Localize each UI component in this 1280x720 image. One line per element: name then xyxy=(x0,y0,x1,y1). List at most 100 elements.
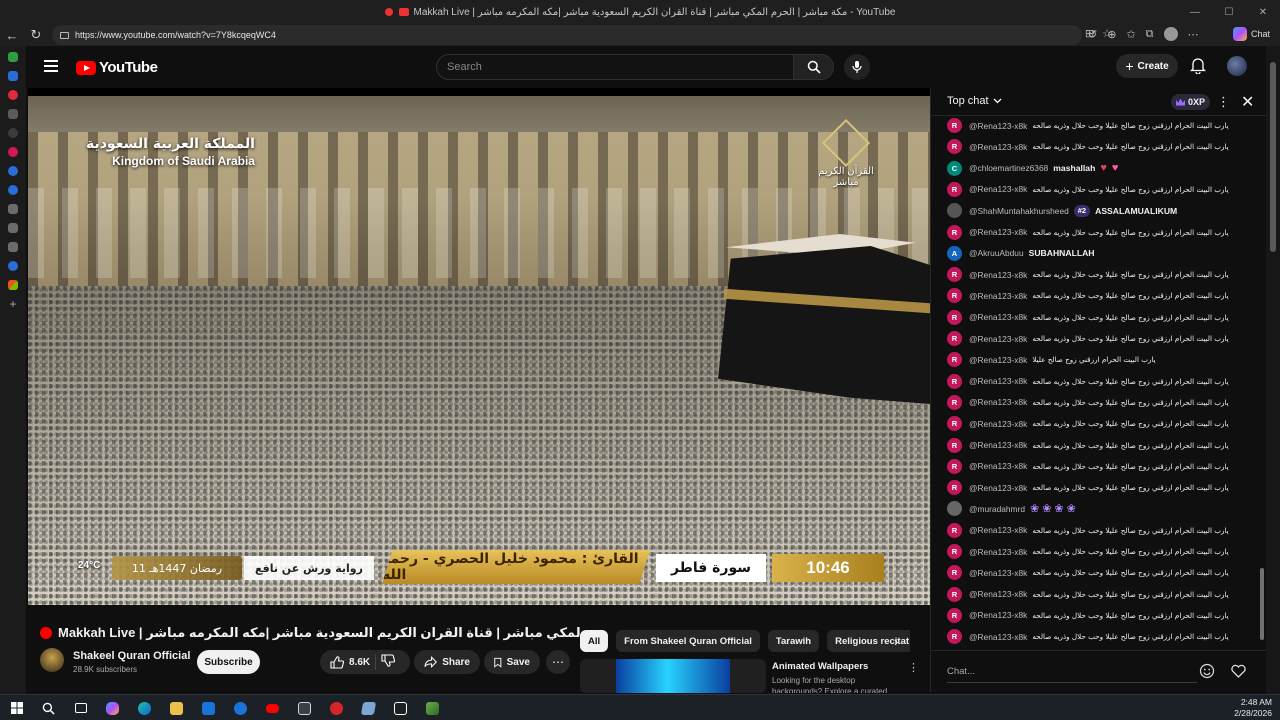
chat-message[interactable]: R @Rena123-x8k يارب البيت الحرام ارزقني زو… xyxy=(947,543,1257,561)
system-clock[interactable]: 2:48 AM 2/28/2026 xyxy=(1234,697,1272,719)
sidebar-app-icon[interactable] xyxy=(8,90,18,100)
extension-icon[interactable]: ⊕ xyxy=(1107,28,1116,41)
chat-author-name[interactable]: @Rena123-x8k xyxy=(969,334,1027,344)
chat-author-avatar[interactable]: R xyxy=(947,352,962,368)
xp-badge[interactable]: 0XP xyxy=(1171,94,1211,110)
recommendation-more-icon[interactable]: ⋮ xyxy=(908,661,919,674)
chat-author-name[interactable]: @Rena123-x8k xyxy=(969,632,1027,642)
file-explorer-icon[interactable] xyxy=(166,698,187,718)
chat-author-avatar[interactable]: R xyxy=(947,267,962,283)
task-view-icon[interactable] xyxy=(70,698,91,718)
close-window-button[interactable]: ✕ xyxy=(1246,0,1280,24)
chat-author-name[interactable]: @Rena123-x8k xyxy=(969,227,1027,237)
favorites-icon[interactable]: ✩ xyxy=(1126,28,1135,41)
chat-message[interactable]: @muradahmrd ❀❀❀❀ xyxy=(947,500,1257,518)
chat-author-avatar[interactable]: R xyxy=(947,416,962,432)
chat-message[interactable]: R @Rena123-x8k يارب البيت الحرام ارزقني زو… xyxy=(947,393,1257,411)
chat-message[interactable]: R @Rena123-x8k يارب البيت الحرام ارزقني زو… xyxy=(947,266,1257,284)
subscribe-button[interactable]: Subscribe xyxy=(197,650,260,674)
chat-author-name[interactable]: @Rena123-x8k xyxy=(969,397,1027,407)
chat-author-avatar[interactable]: A xyxy=(947,245,962,261)
chat-mode-selector[interactable]: Top chat xyxy=(947,95,1002,107)
sidebar-app-icon[interactable] xyxy=(8,204,18,214)
copilot-chat-button[interactable]: Chat xyxy=(1232,27,1270,41)
chat-scrollbar[interactable] xyxy=(1260,568,1264,640)
sidebar-app-icon[interactable] xyxy=(8,147,18,157)
chat-author-name[interactable]: @Rena123-x8k xyxy=(969,419,1027,429)
chat-author-avatar[interactable] xyxy=(947,203,962,219)
chat-author-avatar[interactable]: R xyxy=(947,629,962,645)
chat-author-avatar[interactable] xyxy=(947,501,962,517)
chat-message[interactable]: R @Rena123-x8k يارب البيت الحرام ارزقني زو… xyxy=(947,308,1257,326)
chat-author-avatar[interactable]: R xyxy=(947,139,962,155)
chat-author-avatar[interactable]: R xyxy=(947,480,962,496)
youtube-taskbar-icon[interactable] xyxy=(262,698,283,718)
more-menu-icon[interactable]: ⋯ xyxy=(1188,28,1199,41)
chat-author-avatar[interactable]: R xyxy=(947,181,962,197)
outlook-icon[interactable] xyxy=(230,698,251,718)
close-chat-icon[interactable]: ✕ xyxy=(1241,92,1254,112)
chat-author-name[interactable]: @Rena123-x8k xyxy=(969,270,1027,280)
chat-message[interactable]: R @Rena123-x8k يارب البيت الحرام ارزقني زو… xyxy=(947,351,1257,369)
collections-icon[interactable]: ⧉ xyxy=(1146,28,1154,41)
chat-author-avatar[interactable]: C xyxy=(947,160,962,176)
chat-message[interactable]: R @Rena123-x8k يارب البيت الحرام ارزقني زو… xyxy=(947,564,1257,582)
emoji-picker-icon[interactable] xyxy=(1199,663,1215,679)
heart-reaction-icon[interactable] xyxy=(1230,663,1247,679)
chat-author-name[interactable]: @muradahmrd xyxy=(969,504,1025,514)
chat-author-name[interactable]: @Rena123-x8k xyxy=(969,184,1027,194)
chat-author-avatar[interactable]: R xyxy=(947,607,962,623)
chat-author-name[interactable]: @Rena123-x8k xyxy=(969,525,1027,535)
chat-author-name[interactable]: @Rena123-x8k xyxy=(969,483,1027,493)
chat-author-name[interactable]: @Rena123-x8k xyxy=(969,376,1027,386)
chat-author-name[interactable]: @Rena123-x8k xyxy=(969,312,1027,322)
sidebar-app-icon[interactable] xyxy=(8,109,18,119)
sidebar-app-icon[interactable] xyxy=(8,242,18,252)
chat-author-name[interactable]: @Rena123-x8k xyxy=(969,291,1027,301)
chat-author-avatar[interactable]: R xyxy=(947,331,962,346)
chat-message[interactable]: R @Rena123-x8k يارب البيت الحرام ارزقني زو… xyxy=(947,606,1257,624)
chat-message[interactable]: R @Rena123-x8k يارب البيت الحرام ارزقني زو… xyxy=(947,479,1257,497)
app-taskbar-icon[interactable] xyxy=(422,698,443,718)
chat-message[interactable]: R @Rena123-x8k يارب البيت الحرام ارزقني زو… xyxy=(947,628,1257,646)
chat-message[interactable]: @ShahMuntahakhursheed #2 ASSALAMUALIKUM xyxy=(947,202,1257,220)
chat-author-name[interactable]: @Rena123-x8k xyxy=(969,610,1027,620)
sidebar-app-icon[interactable] xyxy=(8,261,18,271)
refresh-extension-icon[interactable]: ↺ xyxy=(1088,28,1097,41)
chat-message-list[interactable]: R @Rena123-x8k يارب البيت الحرام ارزقني زو… xyxy=(931,116,1267,650)
edge-browser-icon[interactable] xyxy=(134,698,155,718)
taskbar-search-icon[interactable] xyxy=(38,698,59,718)
maximize-button[interactable]: ☐ xyxy=(1212,0,1246,24)
chat-message[interactable]: R @Rena123-x8k يارب البيت الحرام ارزقني زو… xyxy=(947,585,1257,603)
copilot-taskbar-icon[interactable] xyxy=(102,698,123,718)
chat-message[interactable]: R @Rena123-x8k يارب البيت الحرام ارزقني زو… xyxy=(947,287,1257,305)
start-button[interactable] xyxy=(6,698,27,718)
chat-author-avatar[interactable]: R xyxy=(947,522,962,538)
more-actions-button[interactable]: ⋯ xyxy=(546,650,570,674)
chat-message[interactable]: R @Rena123-x8k يارب البيت الحرام ارزقني زو… xyxy=(947,180,1257,198)
chat-message[interactable]: R @Rena123-x8k يارب البيت الحرام ارزقني زو… xyxy=(947,457,1257,475)
chat-author-name[interactable]: @Rena123-x8k xyxy=(969,461,1027,471)
chat-message[interactable]: R @Rena123-x8k يارب البيت الحرام ارزقني زو… xyxy=(947,330,1257,348)
chat-message[interactable]: R @Rena123-x8k يارب البيت الحرام ارزقني زو… xyxy=(947,521,1257,539)
address-bar[interactable]: https://www.youtube.com/watch?v=7Y8kcqeq… xyxy=(52,25,1082,45)
chat-author-name[interactable]: @Rena123-x8k xyxy=(969,568,1027,578)
sidebar-app-icon[interactable] xyxy=(8,52,18,62)
chat-author-avatar[interactable]: R xyxy=(947,288,962,304)
menu-icon[interactable] xyxy=(44,60,58,72)
chat-message[interactable]: R @Rena123-x8k يارب البيت الحرام ارزقني زو… xyxy=(947,372,1257,390)
store-icon[interactable] xyxy=(198,698,219,718)
chat-author-avatar[interactable]: R xyxy=(947,458,962,474)
app-taskbar-icon[interactable] xyxy=(326,698,347,718)
chip-tarawih[interactable]: Tarawih xyxy=(767,630,820,652)
app-taskbar-icon[interactable] xyxy=(358,698,379,718)
channel-name[interactable]: Shakeel Quran Official xyxy=(73,650,190,662)
profile-icon[interactable] xyxy=(1163,27,1178,41)
chat-author-name[interactable]: @Rena123-x8k xyxy=(969,440,1027,450)
chat-author-avatar[interactable]: R xyxy=(947,565,962,581)
chat-message[interactable]: R @Rena123-x8k يارب البيت الحرام ارزقني زو… xyxy=(947,223,1257,241)
chat-author-avatar[interactable]: R xyxy=(947,309,962,325)
chip-all[interactable]: All xyxy=(580,630,609,652)
sidebar-settings-icon[interactable] xyxy=(8,128,18,138)
search-button[interactable] xyxy=(794,54,834,80)
